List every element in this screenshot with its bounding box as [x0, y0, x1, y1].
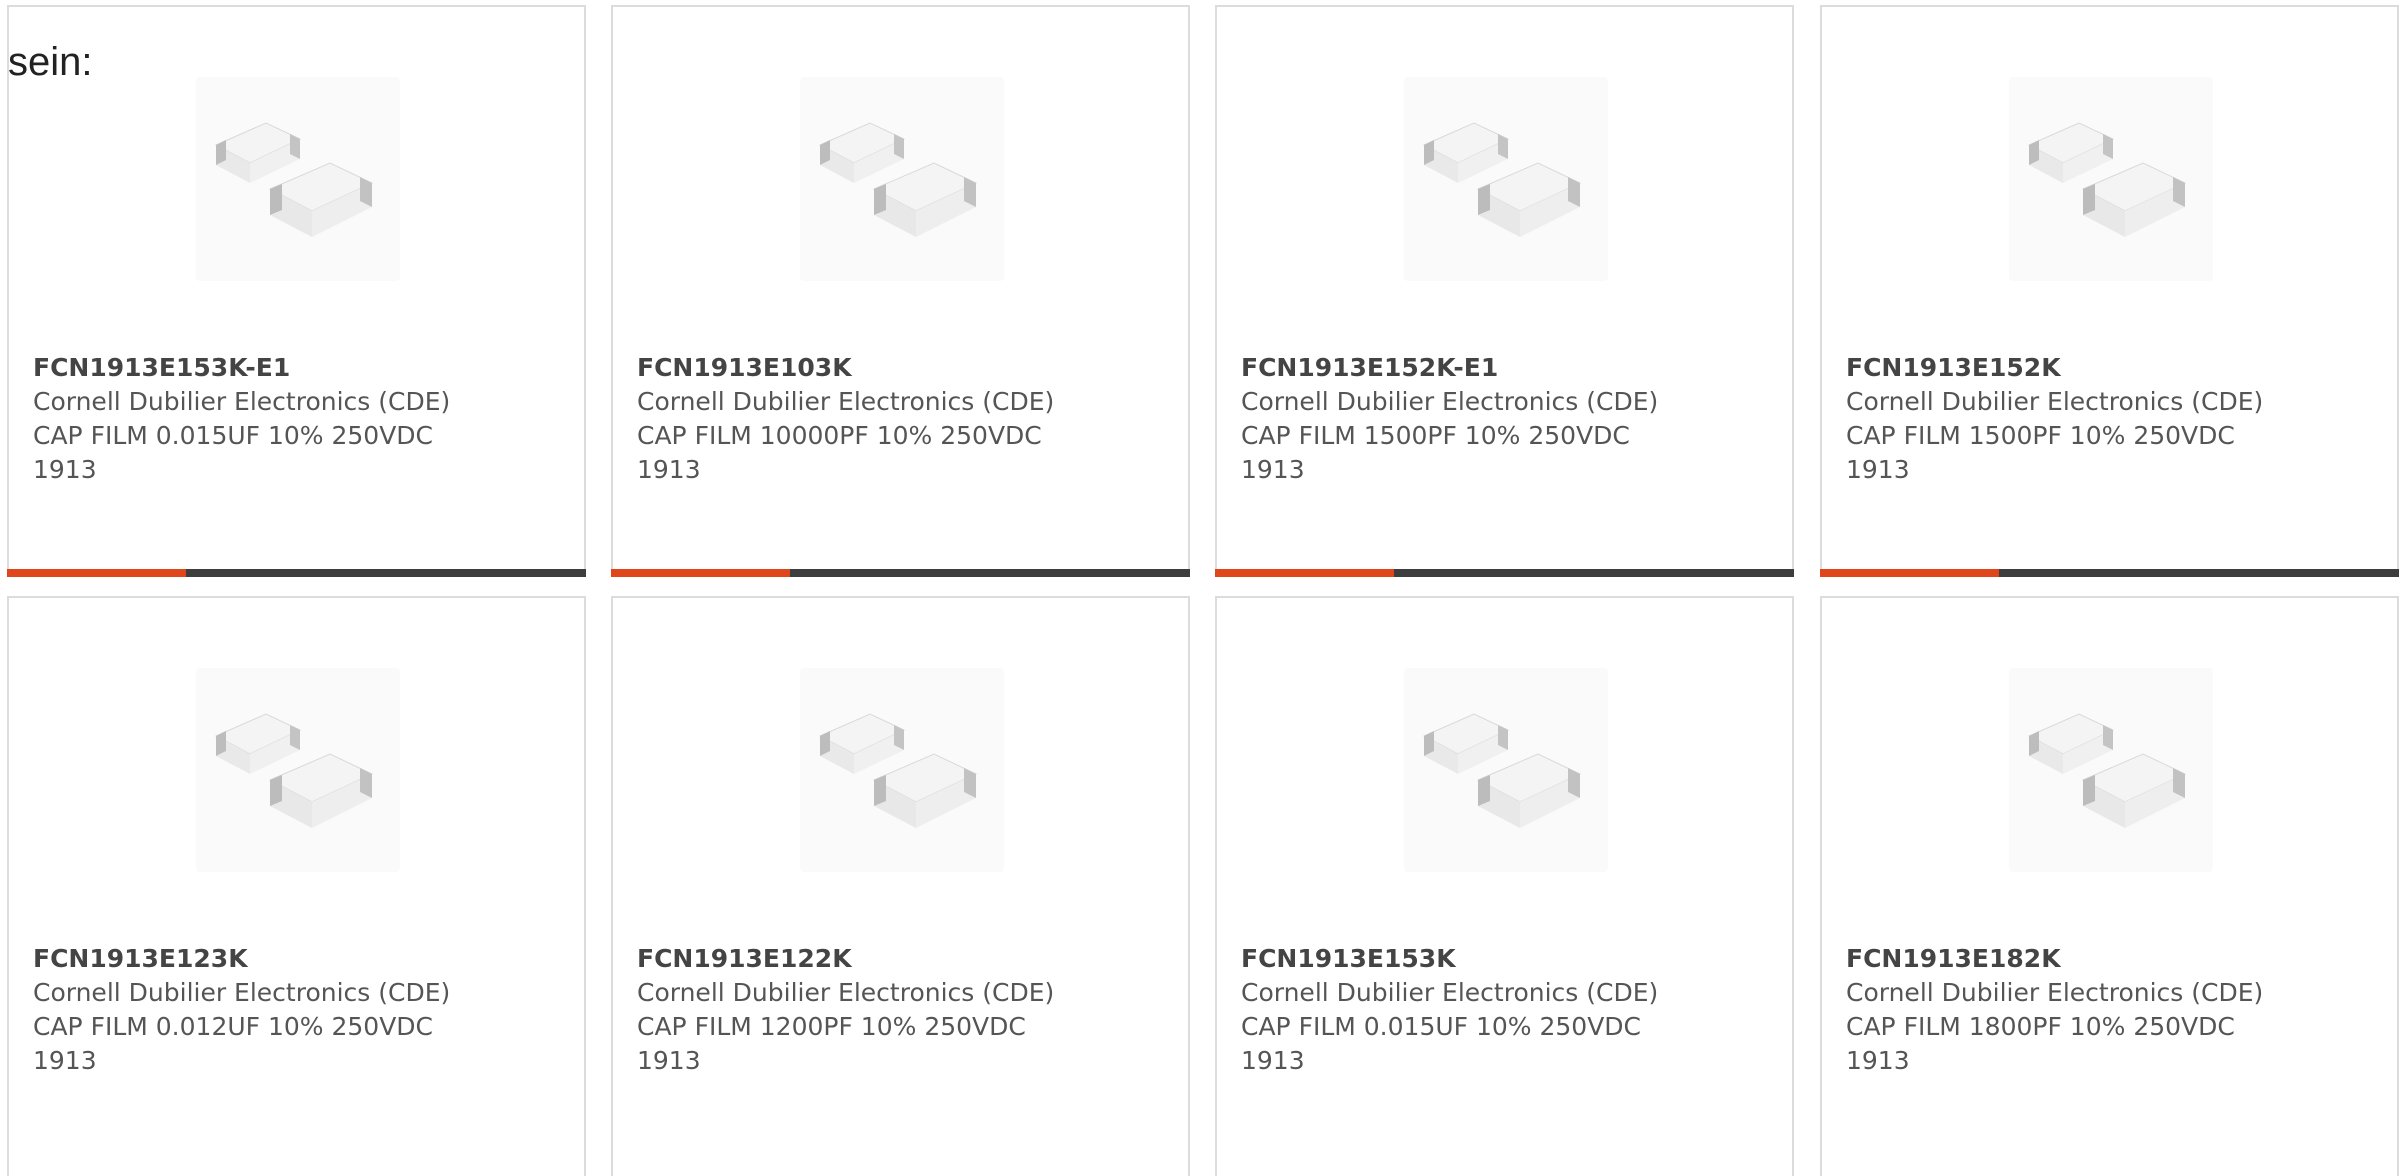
product-series: 1913	[1241, 1046, 1305, 1075]
product-description: CAP FILM 1500PF 10% 250VDC	[1846, 421, 2235, 450]
product-grid: FCN1913E153K-E1 Cornell Dubilier Electro…	[0, 0, 2400, 1176]
capacitor-chip-image[interactable]	[1404, 668, 1608, 872]
card-accent-fill	[1820, 569, 2000, 577]
capacitor-icon	[1422, 713, 1582, 828]
product-series: 1913	[1846, 1046, 1910, 1075]
product-series: 1913	[33, 455, 97, 484]
capacitor-icon	[818, 122, 978, 237]
part-number[interactable]: FCN1913E153K-E1	[33, 351, 450, 385]
part-number[interactable]: FCN1913E152K-E1	[1241, 351, 1658, 385]
capacitor-chip-image[interactable]	[2009, 77, 2213, 281]
product-card[interactable]: FCN1913E152K-E1 Cornell Dubilier Electro…	[1215, 5, 1794, 577]
product-card[interactable]: FCN1913E153K Cornell Dubilier Electronic…	[1215, 596, 1794, 1176]
capacitor-chip-image[interactable]	[196, 77, 400, 281]
manufacturer-name: Cornell Dubilier Electronics (CDE)	[637, 978, 1055, 1007]
product-info: FCN1913E152K-E1 Cornell Dubilier Electro…	[1241, 351, 1658, 487]
part-number[interactable]: FCN1913E123K	[33, 942, 450, 976]
product-description: CAP FILM 1200PF 10% 250VDC	[637, 1012, 1026, 1041]
capacitor-icon	[818, 713, 978, 828]
card-accent-fill	[1215, 569, 1395, 577]
product-series: 1913	[1241, 455, 1305, 484]
part-number[interactable]: FCN1913E182K	[1846, 942, 2263, 976]
part-number[interactable]: FCN1913E153K	[1241, 942, 1658, 976]
capacitor-chip-image[interactable]	[800, 668, 1004, 872]
product-card[interactable]: FCN1913E153K-E1 Cornell Dubilier Electro…	[7, 5, 586, 577]
part-number[interactable]: FCN1913E103K	[637, 351, 1054, 385]
capacitor-icon	[2027, 713, 2187, 828]
manufacturer-name: Cornell Dubilier Electronics (CDE)	[33, 387, 451, 416]
manufacturer-name: Cornell Dubilier Electronics (CDE)	[1241, 387, 1659, 416]
capacitor-chip-image[interactable]	[2009, 668, 2213, 872]
product-info: FCN1913E122K Cornell Dubilier Electronic…	[637, 942, 1054, 1078]
capacitor-chip-image[interactable]	[196, 668, 400, 872]
capacitor-icon	[214, 713, 374, 828]
product-description: CAP FILM 0.015UF 10% 250VDC	[1241, 1012, 1642, 1041]
product-description: CAP FILM 0.012UF 10% 250VDC	[33, 1012, 434, 1041]
capacitor-chip-image[interactable]	[800, 77, 1004, 281]
manufacturer-name: Cornell Dubilier Electronics (CDE)	[1241, 978, 1659, 1007]
product-card[interactable]: FCN1913E122K Cornell Dubilier Electronic…	[611, 596, 1190, 1176]
product-description: CAP FILM 10000PF 10% 250VDC	[637, 421, 1042, 450]
card-accent-bar	[611, 569, 1190, 577]
capacitor-icon	[1422, 122, 1582, 237]
card-accent-bar	[1215, 569, 1794, 577]
part-number[interactable]: FCN1913E152K	[1846, 351, 2263, 385]
product-info: FCN1913E103K Cornell Dubilier Electronic…	[637, 351, 1054, 487]
capacitor-icon	[214, 122, 374, 237]
product-card[interactable]: FCN1913E182K Cornell Dubilier Electronic…	[1820, 596, 2399, 1176]
prefix-text: sein:	[8, 40, 93, 84]
manufacturer-name: Cornell Dubilier Electronics (CDE)	[1846, 978, 2264, 1007]
product-card[interactable]: FCN1913E103K Cornell Dubilier Electronic…	[611, 5, 1190, 577]
product-info: FCN1913E153K-E1 Cornell Dubilier Electro…	[33, 351, 450, 487]
product-series: 1913	[1846, 455, 1910, 484]
product-series: 1913	[33, 1046, 97, 1075]
manufacturer-name: Cornell Dubilier Electronics (CDE)	[637, 387, 1055, 416]
part-number[interactable]: FCN1913E122K	[637, 942, 1054, 976]
product-series: 1913	[637, 455, 701, 484]
product-description: CAP FILM 1800PF 10% 250VDC	[1846, 1012, 2235, 1041]
product-info: FCN1913E123K Cornell Dubilier Electronic…	[33, 942, 450, 1078]
capacitor-icon	[2027, 122, 2187, 237]
product-card[interactable]: FCN1913E123K Cornell Dubilier Electronic…	[7, 596, 586, 1176]
product-series: 1913	[637, 1046, 701, 1075]
product-info: FCN1913E153K Cornell Dubilier Electronic…	[1241, 942, 1658, 1078]
product-info: FCN1913E182K Cornell Dubilier Electronic…	[1846, 942, 2263, 1078]
manufacturer-name: Cornell Dubilier Electronics (CDE)	[33, 978, 451, 1007]
manufacturer-name: Cornell Dubilier Electronics (CDE)	[1846, 387, 2264, 416]
card-accent-bar	[7, 569, 586, 577]
product-description: CAP FILM 1500PF 10% 250VDC	[1241, 421, 1630, 450]
capacitor-chip-image[interactable]	[1404, 77, 1608, 281]
card-accent-fill	[611, 569, 791, 577]
product-card[interactable]: FCN1913E152K Cornell Dubilier Electronic…	[1820, 5, 2399, 577]
card-accent-fill	[7, 569, 187, 577]
product-info: FCN1913E152K Cornell Dubilier Electronic…	[1846, 351, 2263, 487]
card-accent-bar	[1820, 569, 2399, 577]
product-description: CAP FILM 0.015UF 10% 250VDC	[33, 421, 434, 450]
